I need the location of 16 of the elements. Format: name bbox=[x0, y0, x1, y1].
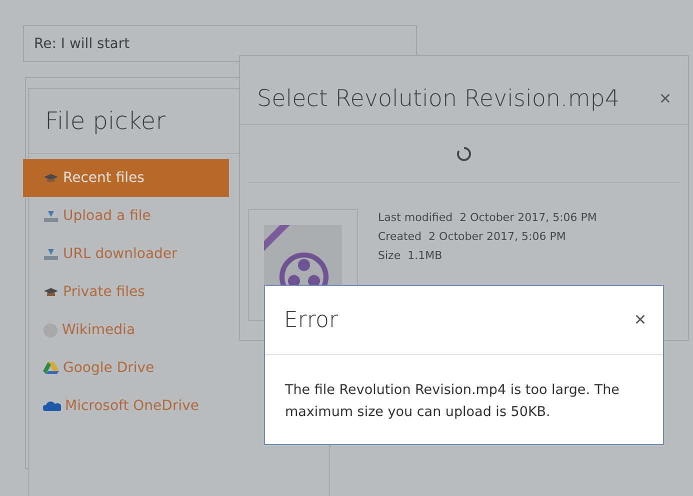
loading-spinner-icon bbox=[456, 146, 472, 162]
upload-tray-icon bbox=[43, 209, 59, 223]
cloud-icon bbox=[43, 400, 61, 412]
repository-item[interactable]: Recent files bbox=[23, 159, 229, 197]
close-button[interactable]: × bbox=[634, 308, 646, 332]
repository-item[interactable]: Upload a file bbox=[29, 197, 329, 235]
graduation-cap-icon bbox=[43, 285, 59, 299]
repository-item[interactable]: URL downloader bbox=[29, 235, 329, 273]
error-message: The file Revolution Revision.mp4 is too large. The maximum size you can upload is 50KB. bbox=[284, 381, 620, 422]
file-detail: Created 2 October 2017, 5:06 PM bbox=[378, 230, 567, 243]
file-detail: Last modified 2 October 2017, 5:06 PM bbox=[378, 211, 597, 224]
graduation-cap-icon bbox=[43, 171, 59, 185]
triangle-logo-icon bbox=[43, 361, 59, 375]
upload-tray-icon bbox=[43, 247, 59, 261]
close-button[interactable]: × bbox=[659, 88, 671, 110]
file-detail: Size 1.1MB bbox=[378, 249, 444, 262]
